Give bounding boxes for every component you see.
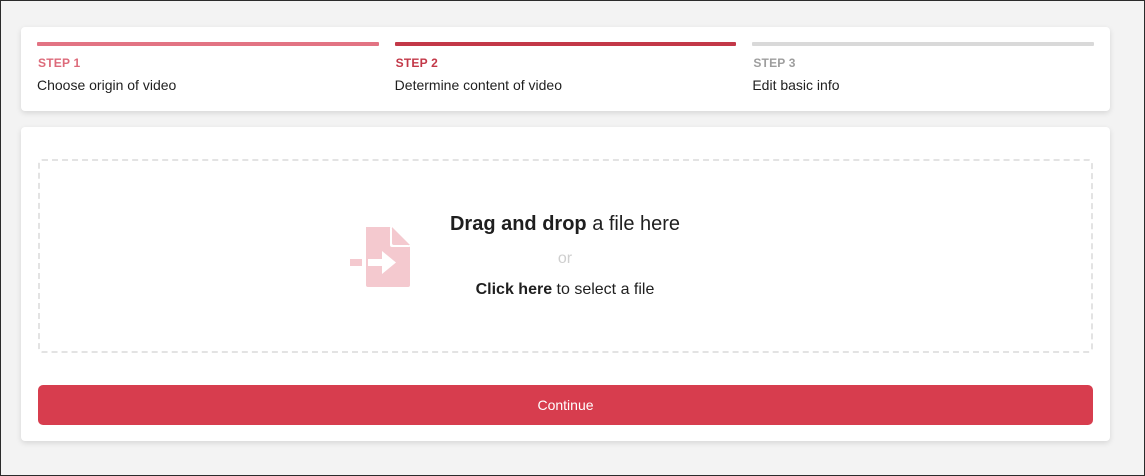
drag-drop-strong: Drag and drop [449,213,587,235]
file-dropzone[interactable]: Drag and drop a file here or Click here … [38,159,1093,353]
step-2-title: Determine content of video [394,77,562,93]
step-3[interactable]: STEP 3 Edit basic info [752,27,1095,111]
click-here-rest: to select a file [552,281,655,298]
upload-card: Drag and drop a file here or Click here … [21,127,1110,441]
drag-drop-rest: a file here [586,213,681,235]
step-2[interactable]: STEP 2 Determine content of video [394,27,737,111]
step-2-progress-bar [394,42,737,46]
click-here-link[interactable]: Click here [476,281,552,298]
step-1-progress-bar [37,42,379,46]
dropzone-or-separator: or [557,250,573,267]
step-3-label: STEP 3 [753,56,796,70]
step-3-title: Edit basic info [752,77,840,93]
dropzone-headline: Drag and drop a file here [400,213,730,236]
click-to-select-text[interactable]: Click here to select a file [400,281,730,299]
continue-button[interactable]: Continue [38,385,1093,425]
stepper: STEP 1 Choose origin of video STEP 2 Det… [21,27,1110,111]
step-1-label: STEP 1 [38,56,81,70]
step-3-progress-bar [752,42,1095,46]
step-2-label: STEP 2 [395,56,439,70]
step-1[interactable]: STEP 1 Choose origin of video [37,27,379,111]
step-1-title: Choose origin of video [37,77,177,93]
